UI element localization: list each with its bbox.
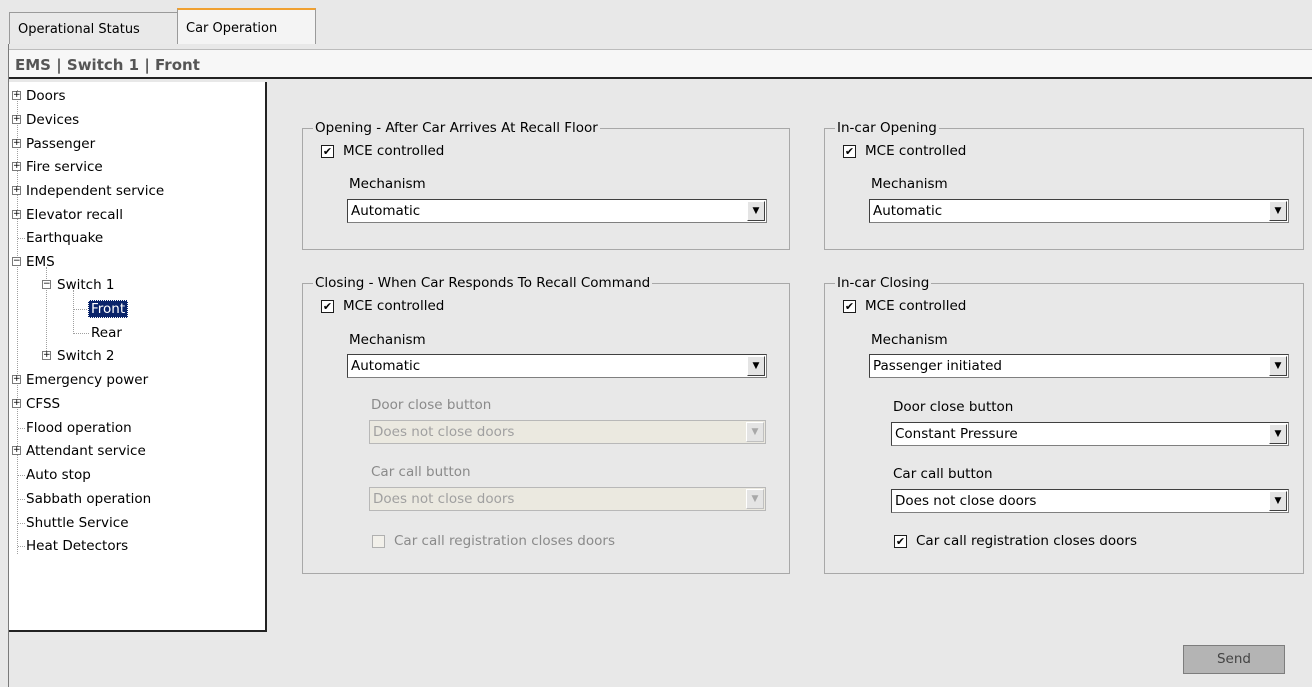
expand-icon[interactable]: + <box>12 210 21 219</box>
door-close-button-value: Constant Pressure <box>895 426 1018 442</box>
mechanism-select[interactable]: Automatic ▼ <box>869 199 1289 223</box>
car-call-registration-label: Car call registration closes doors <box>394 533 615 549</box>
expand-icon[interactable]: + <box>12 375 21 384</box>
footer-bar <box>9 632 1312 687</box>
mechanism-value: Automatic <box>351 358 421 374</box>
car-call-registration-checkbox <box>372 535 385 548</box>
car-call-button-label: Car call button <box>371 464 471 480</box>
car-call-button-select: Does not close doors ▼ <box>369 487 766 511</box>
door-close-button-value: Does not close doors <box>373 424 515 440</box>
tree-item-flood-operation[interactable]: Flood operation <box>26 418 132 438</box>
tree-item-ems[interactable]: EMS <box>26 252 55 272</box>
mechanism-select[interactable]: Automatic ▼ <box>347 199 767 223</box>
chevron-down-icon[interactable]: ▼ <box>1269 356 1287 376</box>
tree-connector <box>74 309 87 310</box>
chevron-down-icon[interactable]: ▼ <box>1269 424 1287 444</box>
car-call-button-value: Does not close doors <box>373 491 515 507</box>
tree-guide-line <box>73 290 74 334</box>
mechanism-select[interactable]: Passenger initiated ▼ <box>869 354 1289 378</box>
mechanism-select[interactable]: Automatic ▼ <box>347 354 767 378</box>
breadcrumb: EMS | Switch 1 | Front <box>9 49 1312 79</box>
tree-item-rear[interactable]: Rear <box>91 323 122 343</box>
group-legend: In-car Closing <box>837 275 930 291</box>
chevron-down-icon: ▼ <box>746 489 764 509</box>
door-close-button-label: Door close button <box>893 399 1014 415</box>
tree-item-shuttle-service[interactable]: Shuttle Service <box>26 513 129 533</box>
chevron-down-icon[interactable]: ▼ <box>747 201 765 221</box>
tree-item-fire-service[interactable]: Fire service <box>26 157 103 177</box>
mechanism-label: Mechanism <box>349 176 426 192</box>
tree-item-devices[interactable]: Devices <box>26 110 79 130</box>
tab-strip: Operational Status Car Operation <box>0 0 1312 44</box>
tree-item-front-label: Front <box>88 300 129 318</box>
group-legend: Closing - When Car Responds To Recall Co… <box>315 275 651 291</box>
expand-icon[interactable]: + <box>12 399 21 408</box>
expand-icon[interactable]: + <box>42 351 51 360</box>
mechanism-label: Mechanism <box>871 332 948 348</box>
tree-item-elevator-recall[interactable]: Elevator recall <box>26 205 123 225</box>
car-call-registration-label: Car call registration closes doors <box>916 533 1137 549</box>
chevron-down-icon[interactable]: ▼ <box>1269 201 1287 221</box>
tree-item-independent-service[interactable]: Independent service <box>26 181 164 201</box>
tab-operational-status[interactable]: Operational Status <box>9 12 178 44</box>
mce-controlled-label: MCE controlled <box>343 298 445 314</box>
mechanism-value: Automatic <box>873 203 943 219</box>
mce-controlled-label: MCE controlled <box>865 143 967 159</box>
tree-connector <box>18 428 25 429</box>
mce-controlled-checkbox[interactable]: ✔ <box>843 300 856 313</box>
car-call-registration-checkbox[interactable]: ✔ <box>894 535 907 548</box>
collapse-icon[interactable]: − <box>12 257 21 266</box>
car-call-button-value: Does not close doors <box>895 493 1037 509</box>
car-call-button-label: Car call button <box>893 466 993 482</box>
mce-controlled-label: MCE controlled <box>343 143 445 159</box>
collapse-icon[interactable]: − <box>42 280 51 289</box>
expand-icon[interactable]: + <box>12 186 21 195</box>
mechanism-label: Mechanism <box>871 176 948 192</box>
tree-item-emergency-power[interactable]: Emergency power <box>26 370 148 390</box>
tree-connector <box>74 333 89 334</box>
expand-icon[interactable]: + <box>12 91 21 100</box>
group-legend: In-car Opening <box>837 120 937 136</box>
tree-item-heat-detectors[interactable]: Heat Detectors <box>26 536 128 556</box>
chevron-down-icon[interactable]: ▼ <box>1269 491 1287 511</box>
tab-car-operation[interactable]: Car Operation <box>177 8 316 44</box>
expand-icon[interactable]: + <box>12 115 21 124</box>
tree-item-cfss[interactable]: CFSS <box>26 394 60 414</box>
tree-item-sabbath-operation[interactable]: Sabbath operation <box>26 489 151 509</box>
chevron-down-icon: ▼ <box>746 422 764 442</box>
navigation-tree: + Doors + Devices + Passenger + Fire ser… <box>9 82 267 632</box>
group-legend: Opening - After Car Arrives At Recall Fl… <box>315 120 598 136</box>
expand-icon[interactable]: + <box>12 446 21 455</box>
mechanism-value: Automatic <box>351 203 421 219</box>
expand-icon[interactable]: + <box>12 139 21 148</box>
tree-item-switch-2[interactable]: Switch 2 <box>57 346 115 366</box>
chevron-down-icon[interactable]: ▼ <box>747 356 765 376</box>
door-close-button-label: Door close button <box>371 397 492 413</box>
door-close-button-select: Does not close doors ▼ <box>369 420 766 444</box>
tree-connector <box>18 546 25 547</box>
tree-guide-line <box>17 90 18 554</box>
mce-controlled-checkbox[interactable]: ✔ <box>321 145 334 158</box>
tree-connector <box>18 499 25 500</box>
door-close-button-select[interactable]: Constant Pressure ▼ <box>891 422 1289 446</box>
tree-connector <box>18 238 25 239</box>
mechanism-label: Mechanism <box>349 332 426 348</box>
mechanism-value: Passenger initiated <box>873 358 1002 374</box>
tree-connector <box>18 523 25 524</box>
tree-connector <box>18 475 25 476</box>
mce-controlled-label: MCE controlled <box>865 298 967 314</box>
tree-item-passenger[interactable]: Passenger <box>26 134 95 154</box>
tree-item-earthquake[interactable]: Earthquake <box>26 228 103 248</box>
tree-item-attendant-service[interactable]: Attendant service <box>26 441 146 461</box>
tree-item-switch-1[interactable]: Switch 1 <box>57 275 115 295</box>
send-button[interactable]: Send <box>1183 645 1285 674</box>
tree-item-doors[interactable]: Doors <box>26 86 66 106</box>
mce-controlled-checkbox[interactable]: ✔ <box>321 300 334 313</box>
mce-controlled-checkbox[interactable]: ✔ <box>843 145 856 158</box>
tree-item-front[interactable]: Front <box>88 299 129 319</box>
config-panel: Opening - After Car Arrives At Recall Fl… <box>269 82 1312 632</box>
expand-icon[interactable]: + <box>12 162 21 171</box>
tree-item-auto-stop[interactable]: Auto stop <box>26 465 91 485</box>
car-call-button-select[interactable]: Does not close doors ▼ <box>891 489 1289 513</box>
